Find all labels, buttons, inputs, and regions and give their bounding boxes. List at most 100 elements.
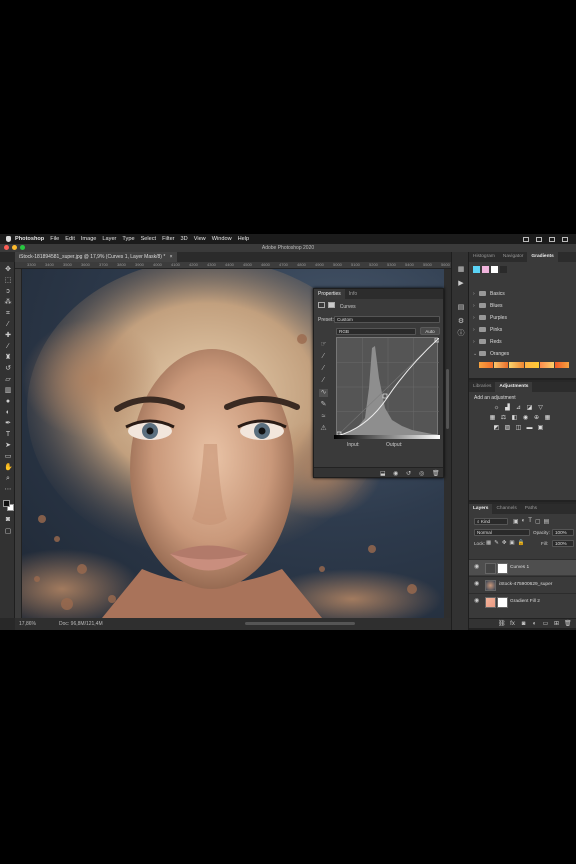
add-mask-icon[interactable]: ◙: [520, 621, 527, 627]
color-balance-icon[interactable]: ⚖: [500, 415, 507, 421]
layer-mask-thumbnail[interactable]: [497, 597, 508, 608]
reset-icon[interactable]: ↺: [406, 470, 411, 477]
menu-type[interactable]: Type: [122, 236, 134, 242]
wifi-icon[interactable]: [549, 236, 555, 242]
menu-window[interactable]: Window: [212, 236, 232, 242]
eyedropper-icon[interactable]: ⁄: [4, 321, 12, 328]
menu-image[interactable]: Image: [81, 236, 97, 242]
gradient-folder-blues[interactable]: › Blues: [473, 301, 571, 311]
channel-select[interactable]: RGB: [336, 328, 416, 335]
minimize-window-button[interactable]: [12, 245, 17, 250]
layer-style-icon[interactable]: fx: [509, 621, 516, 627]
document-size-info[interactable]: Doc: 96,8M/121,4M: [59, 618, 103, 630]
lasso-icon[interactable]: ↄ: [4, 288, 12, 295]
tab-histogram[interactable]: Histogram: [469, 252, 499, 262]
marquee-icon[interactable]: ⬚: [4, 277, 12, 284]
layer-mask-thumbnail[interactable]: [497, 563, 508, 574]
close-tab-icon[interactable]: ×: [170, 254, 173, 260]
curve-edit-icon[interactable]: ∿: [319, 389, 328, 397]
type-icon[interactable]: T: [4, 431, 12, 438]
white-point-eyedropper-icon[interactable]: ⁄: [319, 377, 328, 385]
view-previous-icon[interactable]: ◉: [393, 470, 398, 477]
gradient-map-icon[interactable]: ▬: [526, 425, 533, 431]
lock-transparency-icon[interactable]: ▦: [486, 540, 491, 546]
clip-to-layer-icon[interactable]: ⬓: [380, 470, 386, 477]
airplay-icon[interactable]: [536, 236, 542, 242]
lock-pixels-icon[interactable]: ✎: [494, 540, 499, 546]
zoom-window-button[interactable]: [20, 245, 25, 250]
zoom-icon[interactable]: ⌕: [4, 475, 12, 482]
lock-position-icon[interactable]: ✥: [502, 540, 507, 546]
blend-mode-select[interactable]: Normal: [474, 529, 530, 536]
menu-help[interactable]: Help: [238, 236, 250, 242]
photo-filter-icon[interactable]: ◉: [522, 415, 529, 421]
recent-gradient-swatch[interactable]: [491, 266, 498, 273]
recent-gradient-swatch[interactable]: [473, 266, 480, 273]
tab-properties[interactable]: Properties: [314, 289, 345, 299]
menu-filter[interactable]: Filter: [162, 236, 174, 242]
black-white-icon[interactable]: ◧: [511, 415, 518, 421]
screen-mode-icon[interactable]: ▢: [4, 528, 12, 535]
history-brush-icon[interactable]: ↺: [4, 365, 12, 372]
exposure-icon[interactable]: ◪: [526, 405, 533, 411]
menu-select[interactable]: Select: [141, 236, 157, 242]
layer-row-istock[interactable]: ◉ iStock-475900629_super: [469, 576, 576, 592]
tab-libraries[interactable]: Libraries: [469, 382, 495, 392]
battery-icon[interactable]: [562, 236, 568, 242]
gradient-icon[interactable]: ▥: [4, 387, 12, 394]
delete-icon[interactable]: 🗑: [432, 470, 440, 477]
zoom-level[interactable]: 17,86%: [19, 618, 36, 630]
recent-gradient-swatch[interactable]: [482, 266, 489, 273]
lock-all-icon[interactable]: 🔒: [518, 540, 525, 546]
curves-icon[interactable]: ⊿: [515, 405, 522, 411]
tab-navigator[interactable]: Navigator: [499, 252, 528, 262]
healing-brush-icon[interactable]: ✚: [4, 332, 12, 339]
gradient-folder-oranges[interactable]: ⌄ Oranges: [473, 349, 571, 359]
opacity-input[interactable]: 100%: [552, 529, 574, 536]
tab-gradients[interactable]: Gradients: [527, 252, 558, 262]
tab-channels[interactable]: Channels: [492, 504, 520, 514]
recent-gradient-swatch[interactable]: [500, 266, 507, 273]
clipping-warning-icon[interactable]: ⚠: [319, 425, 328, 433]
apple-icon[interactable]: [6, 236, 11, 242]
layer-filter-kind[interactable]: ⌕ Kind: [474, 518, 508, 525]
visibility-eye-icon[interactable]: ◉: [474, 564, 480, 570]
eraser-icon[interactable]: ▱: [4, 376, 12, 383]
crop-icon[interactable]: ⌗: [4, 310, 12, 317]
visibility-icon[interactable]: ◎: [419, 470, 424, 477]
new-layer-icon[interactable]: ⊞: [553, 620, 560, 627]
lock-artboard-icon[interactable]: ▣: [509, 540, 514, 546]
info-icon[interactable]: ⓘ: [457, 330, 465, 337]
levels-icon[interactable]: ▟: [504, 405, 511, 411]
pen-icon[interactable]: ✒: [4, 420, 12, 427]
blur-icon[interactable]: ●: [4, 398, 12, 405]
menu-view[interactable]: View: [194, 236, 206, 242]
brightness-icon[interactable]: ☼: [493, 405, 500, 411]
visibility-eye-icon[interactable]: ◉: [474, 598, 480, 604]
properties-icon[interactable]: ⚙: [457, 318, 465, 325]
gray-point-eyedropper-icon[interactable]: ⁄: [319, 365, 328, 373]
shape-filter-icon[interactable]: ▢: [535, 518, 541, 525]
menu-edit[interactable]: Edit: [65, 236, 75, 242]
gradient-folder-pinks[interactable]: › Pinks: [473, 325, 571, 335]
link-layers-icon[interactable]: ⛓: [498, 620, 506, 627]
tab-adjustments[interactable]: Adjustments: [495, 382, 533, 392]
pixel-filter-icon[interactable]: ▣: [513, 518, 519, 525]
visibility-eye-icon[interactable]: ◉: [474, 581, 480, 587]
gradient-folder-purples[interactable]: › Purples: [473, 313, 571, 323]
menu-file[interactable]: File: [50, 236, 59, 242]
rectangle-icon[interactable]: ▭: [4, 453, 12, 460]
close-window-button[interactable]: [4, 245, 9, 250]
gradient-folder-basics[interactable]: › Basics: [473, 289, 571, 299]
document-tab[interactable]: iStock-181894581_super.jpg @ 17,9% (Curv…: [15, 252, 177, 262]
layer-comps-icon[interactable]: ▤: [457, 304, 465, 311]
threshold-icon[interactable]: ◫: [515, 425, 522, 431]
new-adjustment-icon[interactable]: ◐: [531, 621, 538, 627]
preset-select[interactable]: Custom: [334, 316, 440, 323]
curves-graph[interactable]: [336, 337, 440, 437]
canvas-horizontal-scrollbar[interactable]: [245, 622, 355, 625]
posterize-icon[interactable]: ▨: [504, 425, 511, 431]
more-tools-icon[interactable]: ⋯: [4, 486, 12, 493]
hand-icon[interactable]: ✋: [4, 464, 13, 471]
target-adjust-icon[interactable]: ☞: [319, 341, 328, 349]
